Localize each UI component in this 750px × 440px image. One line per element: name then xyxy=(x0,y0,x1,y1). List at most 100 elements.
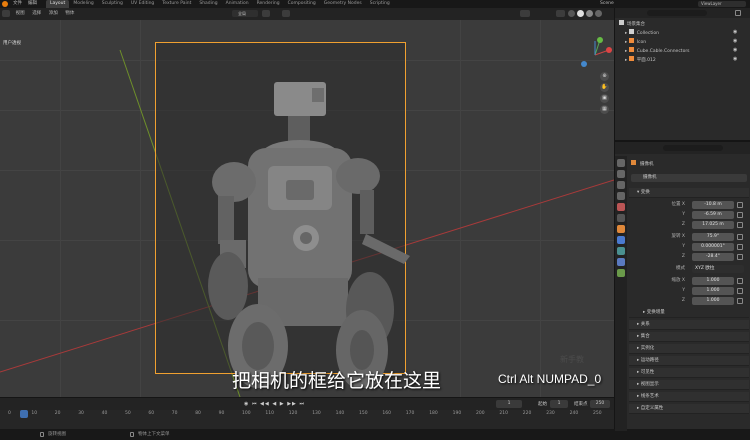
tab-compositing[interactable]: Compositing xyxy=(284,0,320,8)
visibility-eye-icon[interactable]: ◉ xyxy=(733,56,737,62)
keyframe-icon[interactable] xyxy=(737,234,743,240)
camera-data-tab-icon[interactable] xyxy=(617,269,625,277)
section-line-art[interactable]: ▸ 线条艺术 xyxy=(629,392,749,402)
tool-tab-icon[interactable] xyxy=(617,159,625,167)
playback-controls[interactable]: ◉ ⏮ ◀◀ ◀ ▶ ▶▶ ⏭ xyxy=(244,401,305,407)
visibility-eye-icon[interactable]: ◉ xyxy=(733,47,737,53)
section-delta-transform[interactable]: ▸ 变换增量 xyxy=(629,308,749,318)
shading-material-icon[interactable] xyxy=(586,10,593,17)
transform-orientation-dropdown[interactable]: 全局 xyxy=(232,10,258,17)
menu-select[interactable]: 选择 xyxy=(29,8,44,19)
filter-icon[interactable] xyxy=(735,10,741,16)
render-tab-icon[interactable] xyxy=(617,170,625,178)
editor-type-icon[interactable] xyxy=(2,10,10,17)
keyframe-icon[interactable] xyxy=(737,222,743,228)
section-transform[interactable]: ▾ 变换 xyxy=(629,188,749,198)
shading-wireframe-icon[interactable] xyxy=(568,10,575,17)
constraint-tab-icon[interactable] xyxy=(617,258,625,266)
tab-animation[interactable]: Animation xyxy=(222,0,253,8)
properties-search-field[interactable] xyxy=(663,145,723,151)
scene-tab-icon[interactable] xyxy=(617,203,625,211)
outliner-row[interactable]: ▸ 平面.012 xyxy=(619,56,747,64)
rotation-mode-dropdown[interactable]: XYZ 欧拉 xyxy=(692,265,744,273)
scene-selector[interactable]: Scene xyxy=(600,0,614,8)
section-viewport-display[interactable]: ▸ 视图显示 xyxy=(629,380,749,390)
scale-z-field[interactable]: 1.000 xyxy=(692,297,734,305)
scale-y-field[interactable]: 1.000 xyxy=(692,287,734,295)
timeline-tick-label: 30 xyxy=(78,411,84,416)
object-datablock-field[interactable]: 摄像机 xyxy=(631,174,747,182)
location-z-field[interactable]: 17.025 m xyxy=(692,221,734,229)
modifier-tab-icon[interactable] xyxy=(617,236,625,244)
tab-layout[interactable]: Layout xyxy=(46,0,70,8)
object-name-row[interactable]: 摄像机 xyxy=(631,160,654,167)
menu-file[interactable]: 文件 xyxy=(10,0,25,8)
navigation-gizmo[interactable] xyxy=(576,36,614,74)
output-tab-icon[interactable] xyxy=(617,181,625,189)
visibility-eye-icon[interactable]: ◉ xyxy=(733,38,737,44)
rotation-y-field[interactable]: 0.000001° xyxy=(692,243,734,251)
tab-rendering[interactable]: Rendering xyxy=(253,0,284,8)
timeline[interactable]: ◉ ⏮ ◀◀ ◀ ▶ ▶▶ ⏭ 1 起始 1 结束点 250 0 10 20 30 40… xyxy=(0,397,614,429)
tab-scripting[interactable]: Scripting xyxy=(366,0,394,8)
rotation-z-field[interactable]: -28.4° xyxy=(692,253,734,261)
outliner-search-field[interactable] xyxy=(647,10,707,16)
menu-view[interactable]: 视图 xyxy=(13,8,28,19)
menu-object[interactable]: 物体 xyxy=(62,8,77,19)
blender-logo-icon[interactable] xyxy=(2,1,8,7)
keyframe-icon[interactable] xyxy=(737,244,743,250)
snap-icon[interactable] xyxy=(262,10,270,17)
current-frame-field[interactable]: 1 xyxy=(496,400,522,408)
outliner-row[interactable]: ▸ Collection xyxy=(619,29,747,37)
outliner[interactable]: 场景集合 ▸ Collection ▸ Icon ▸ Cube.Cable.Co… xyxy=(614,8,750,140)
xray-icon[interactable] xyxy=(556,10,565,17)
keyframe-icon[interactable] xyxy=(737,298,743,304)
visibility-eye-icon[interactable]: ◉ xyxy=(733,29,737,35)
playhead[interactable] xyxy=(20,410,28,418)
rotation-x-field[interactable]: 75.9° xyxy=(692,233,734,241)
section-collections[interactable]: ▸ 集合 xyxy=(629,332,749,342)
menu-edit[interactable]: 编辑 xyxy=(25,0,40,8)
zoom-icon[interactable]: ⊕ xyxy=(600,72,609,81)
overlay-icon[interactable] xyxy=(520,10,530,17)
outliner-row[interactable]: ▸ Cube.Cable.Connectors xyxy=(619,47,747,55)
section-custom-properties[interactable]: ▸ 自定义属性 xyxy=(629,404,749,414)
shading-rendered-icon[interactable] xyxy=(595,10,602,17)
physics-tab-icon[interactable] xyxy=(617,247,625,255)
menu-add[interactable]: 添加 xyxy=(46,8,61,19)
3d-viewport[interactable]: 用户透视 新手教 ⊕ ✋ ▣ ▦ 把相机的框给它放在这里 Ctrl Alt NU… xyxy=(0,20,614,397)
perspective-toggle-icon[interactable]: ▦ xyxy=(600,105,609,114)
keyframe-icon[interactable] xyxy=(737,288,743,294)
keyframe-icon[interactable] xyxy=(737,202,743,208)
proportional-edit-icon[interactable] xyxy=(282,10,290,17)
tab-geometry-nodes[interactable]: Geometry Nodes xyxy=(320,0,366,8)
camera-view-icon[interactable]: ▣ xyxy=(600,94,609,103)
object-tab-icon[interactable] xyxy=(617,225,625,233)
location-y-field[interactable]: -6.59 m xyxy=(692,211,734,219)
tab-shading[interactable]: Shading xyxy=(195,0,221,8)
location-x-field[interactable]: -10.8 m xyxy=(692,201,734,209)
robot-model[interactable] xyxy=(190,78,420,388)
start-frame-field[interactable]: 1 xyxy=(550,400,568,408)
tab-uv-editing[interactable]: UV Editing xyxy=(127,0,158,8)
world-tab-icon[interactable] xyxy=(617,214,625,222)
pan-icon[interactable]: ✋ xyxy=(600,83,609,92)
section-visibility[interactable]: ▸ 可见性 xyxy=(629,368,749,378)
end-frame-field[interactable]: 250 xyxy=(590,400,610,408)
section-motion-paths[interactable]: ▸ 运动路径 xyxy=(629,356,749,366)
properties-editor[interactable]: 摄像机 摄像机 ▾ 变换 位置 X -10.8 m Y -6.59 m Z 17.02… xyxy=(614,140,750,431)
tab-modeling[interactable]: Modeling xyxy=(69,0,97,8)
section-instancing[interactable]: ▸ 实例化 xyxy=(629,344,749,354)
keyframe-icon[interactable] xyxy=(737,212,743,218)
outliner-row[interactable]: ▸ Icon xyxy=(619,38,747,46)
section-relations[interactable]: ▸ 关系 xyxy=(629,320,749,330)
view-layer-selector[interactable]: ViewLayer xyxy=(698,1,746,7)
tab-texture-paint[interactable]: Texture Paint xyxy=(158,0,195,8)
shading-solid-icon[interactable] xyxy=(577,10,584,17)
keyframe-icon[interactable] xyxy=(737,278,743,284)
tab-sculpting[interactable]: Sculpting xyxy=(98,0,127,8)
keyframe-icon[interactable] xyxy=(737,254,743,260)
scale-x-field[interactable]: 1.000 xyxy=(692,277,734,285)
view-layer-tab-icon[interactable] xyxy=(617,192,625,200)
outliner-scene-collection[interactable]: 场景集合 xyxy=(619,20,747,28)
